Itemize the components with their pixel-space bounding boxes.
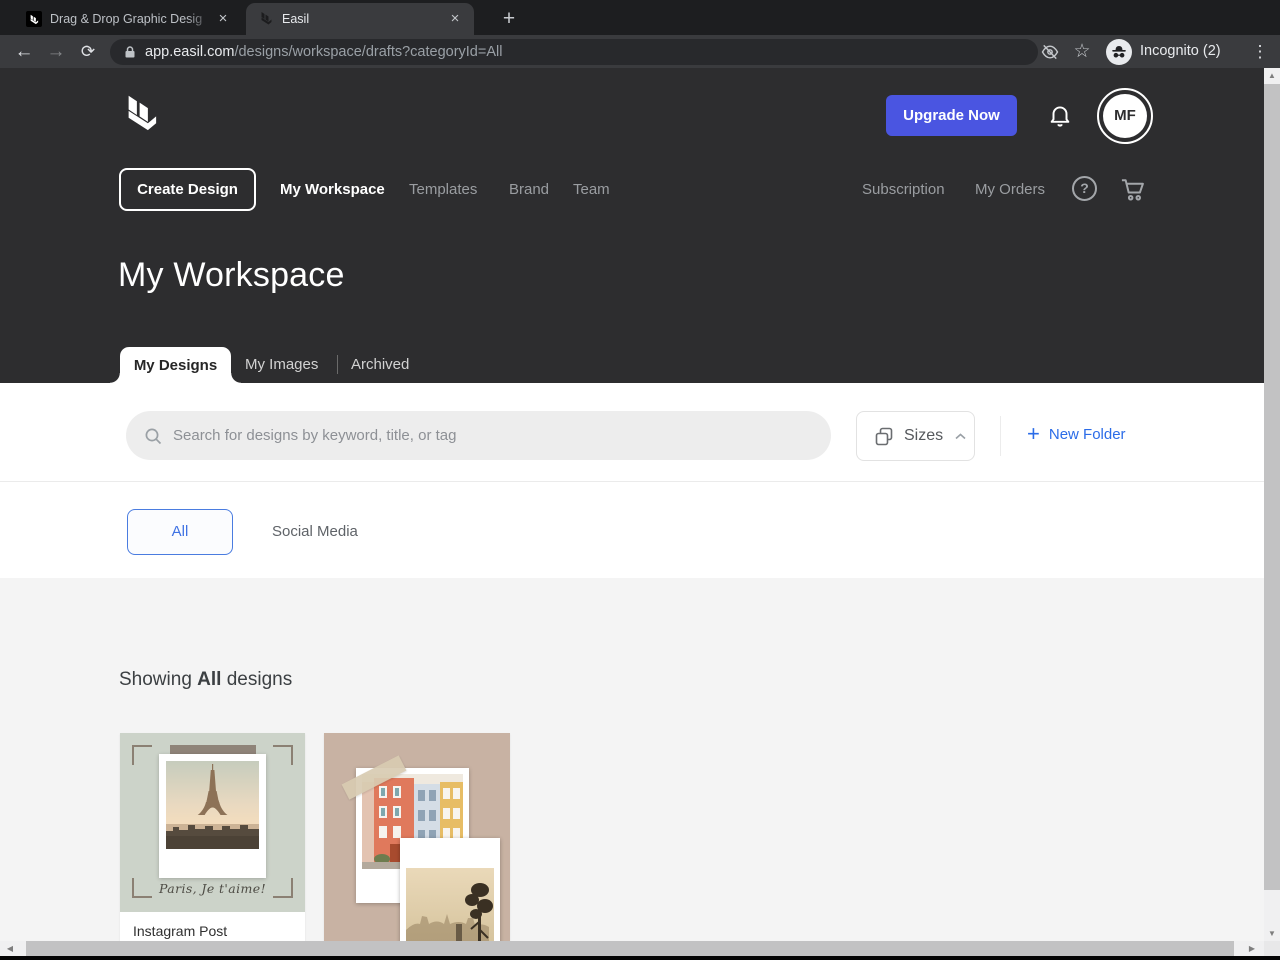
search-input[interactable] [173, 427, 793, 444]
scroll-right-arrow[interactable]: ▶ [1244, 944, 1260, 953]
address-bar[interactable]: app.easil.com/designs/workspace/drafts?c… [110, 39, 1038, 65]
close-icon[interactable]: × [446, 10, 464, 28]
browser-toolbar: ← → ⟳ app.easil.com/designs/workspace/dr… [0, 35, 1280, 68]
polaroid-photo [159, 754, 266, 878]
sizes-icon [875, 427, 893, 445]
horizontal-scroll-thumb[interactable] [26, 941, 1234, 956]
avatar[interactable]: MF [1097, 88, 1153, 144]
sizes-label: Sizes [904, 427, 944, 444]
corner-bracket [132, 745, 152, 765]
create-design-button[interactable]: Create Design [119, 168, 256, 211]
search-section: Sizes + New Folder All Social Media [0, 383, 1280, 578]
url-host: app.easil.com [145, 44, 235, 60]
sizes-dropdown-button[interactable]: Sizes [856, 411, 975, 461]
tab-divider [337, 355, 338, 374]
scroll-left-arrow[interactable]: ◀ [2, 944, 18, 953]
nav-subscription[interactable]: Subscription [862, 181, 945, 198]
easil-favicon [26, 11, 42, 27]
new-folder-label: New Folder [1048, 425, 1126, 443]
close-icon[interactable]: × [214, 10, 232, 28]
results-section: Showing All designs Paris, Je t'aime! In… [0, 578, 1280, 960]
design-caption: Paris, Je t'aime! [158, 881, 266, 896]
upgrade-now-button[interactable]: Upgrade Now [886, 95, 1017, 136]
design-card-collage[interactable] [324, 733, 510, 960]
showing-text: Showing All designs [119, 669, 293, 690]
vertical-scrollbar[interactable]: ▲ ▼ [1264, 68, 1280, 941]
incognito-icon [1106, 39, 1132, 65]
eye-off-icon[interactable] [1038, 35, 1062, 68]
screen-edge [0, 956, 1280, 960]
scroll-down-arrow[interactable]: ▼ [1264, 929, 1280, 938]
browser-tab-strip: Drag & Drop Graphic Desig × Easil × + [0, 0, 1280, 35]
cart-icon[interactable] [1119, 175, 1147, 208]
horizontal-scrollbar[interactable]: ◀ ▶ [0, 941, 1264, 956]
forward-icon[interactable]: → [44, 35, 68, 68]
notifications-bell-icon[interactable] [1047, 101, 1073, 134]
filter-all[interactable]: All [127, 509, 233, 555]
nav-my-workspace[interactable]: My Workspace [280, 181, 385, 198]
bookmark-star-icon[interactable]: ☆ [1070, 35, 1094, 68]
plus-icon: + [1027, 421, 1040, 446]
divider [1000, 416, 1001, 456]
page-title: My Workspace [118, 256, 345, 294]
search-icon [145, 428, 162, 444]
tab-archived[interactable]: Archived [351, 356, 409, 373]
tab-my-images[interactable]: My Images [245, 356, 318, 373]
browser-tab-active[interactable]: Easil × [246, 3, 474, 35]
easil-logo[interactable] [119, 92, 163, 143]
scrollbar-corner [1264, 941, 1280, 956]
scroll-up-arrow[interactable]: ▲ [1264, 71, 1280, 80]
lock-icon [124, 45, 136, 59]
corner-bracket [273, 745, 293, 765]
site-header: Upgrade Now MF Create Design My Workspac… [0, 68, 1280, 383]
tab-title: Easil [282, 12, 444, 26]
browser-tab-inactive[interactable]: Drag & Drop Graphic Desig × [14, 3, 242, 35]
design-thumbnail: Paris, Je t'aime! [120, 733, 305, 912]
design-card-paris[interactable]: Paris, Je t'aime! Instagram Post [120, 733, 305, 950]
new-folder-button[interactable]: + New Folder [1027, 423, 1126, 445]
new-tab-button[interactable]: + [496, 6, 522, 32]
tab-my-designs[interactable]: My Designs [110, 347, 241, 383]
tab-title: Drag & Drop Graphic Desig [50, 12, 212, 26]
vertical-scroll-thumb[interactable] [1264, 84, 1280, 890]
help-icon[interactable]: ? [1072, 176, 1097, 201]
url-path: /designs/workspace/drafts?categoryId=All [234, 44, 503, 60]
nav-brand[interactable]: Brand [509, 181, 549, 198]
nav-templates[interactable]: Templates [409, 181, 477, 198]
filter-social-media[interactable]: Social Media [272, 523, 358, 540]
nav-team[interactable]: Team [573, 181, 610, 198]
chevron-up-icon [955, 432, 966, 439]
tab-label: My Designs [133, 357, 218, 374]
incognito-label: Incognito (2) [1140, 43, 1221, 59]
search-box [126, 411, 831, 460]
browser-window: Drag & Drop Graphic Desig × Easil × + ← … [0, 0, 1280, 960]
divider [0, 481, 1280, 482]
eiffel-tower-photo [166, 761, 259, 849]
reload-icon[interactable]: ⟳ [76, 35, 100, 68]
nav-my-orders[interactable]: My Orders [975, 181, 1045, 198]
menu-dots-icon[interactable]: ⋮ [1248, 35, 1272, 68]
back-icon[interactable]: ← [12, 35, 36, 68]
avatar-initials: MF [1103, 94, 1147, 138]
easil-favicon [258, 11, 274, 27]
